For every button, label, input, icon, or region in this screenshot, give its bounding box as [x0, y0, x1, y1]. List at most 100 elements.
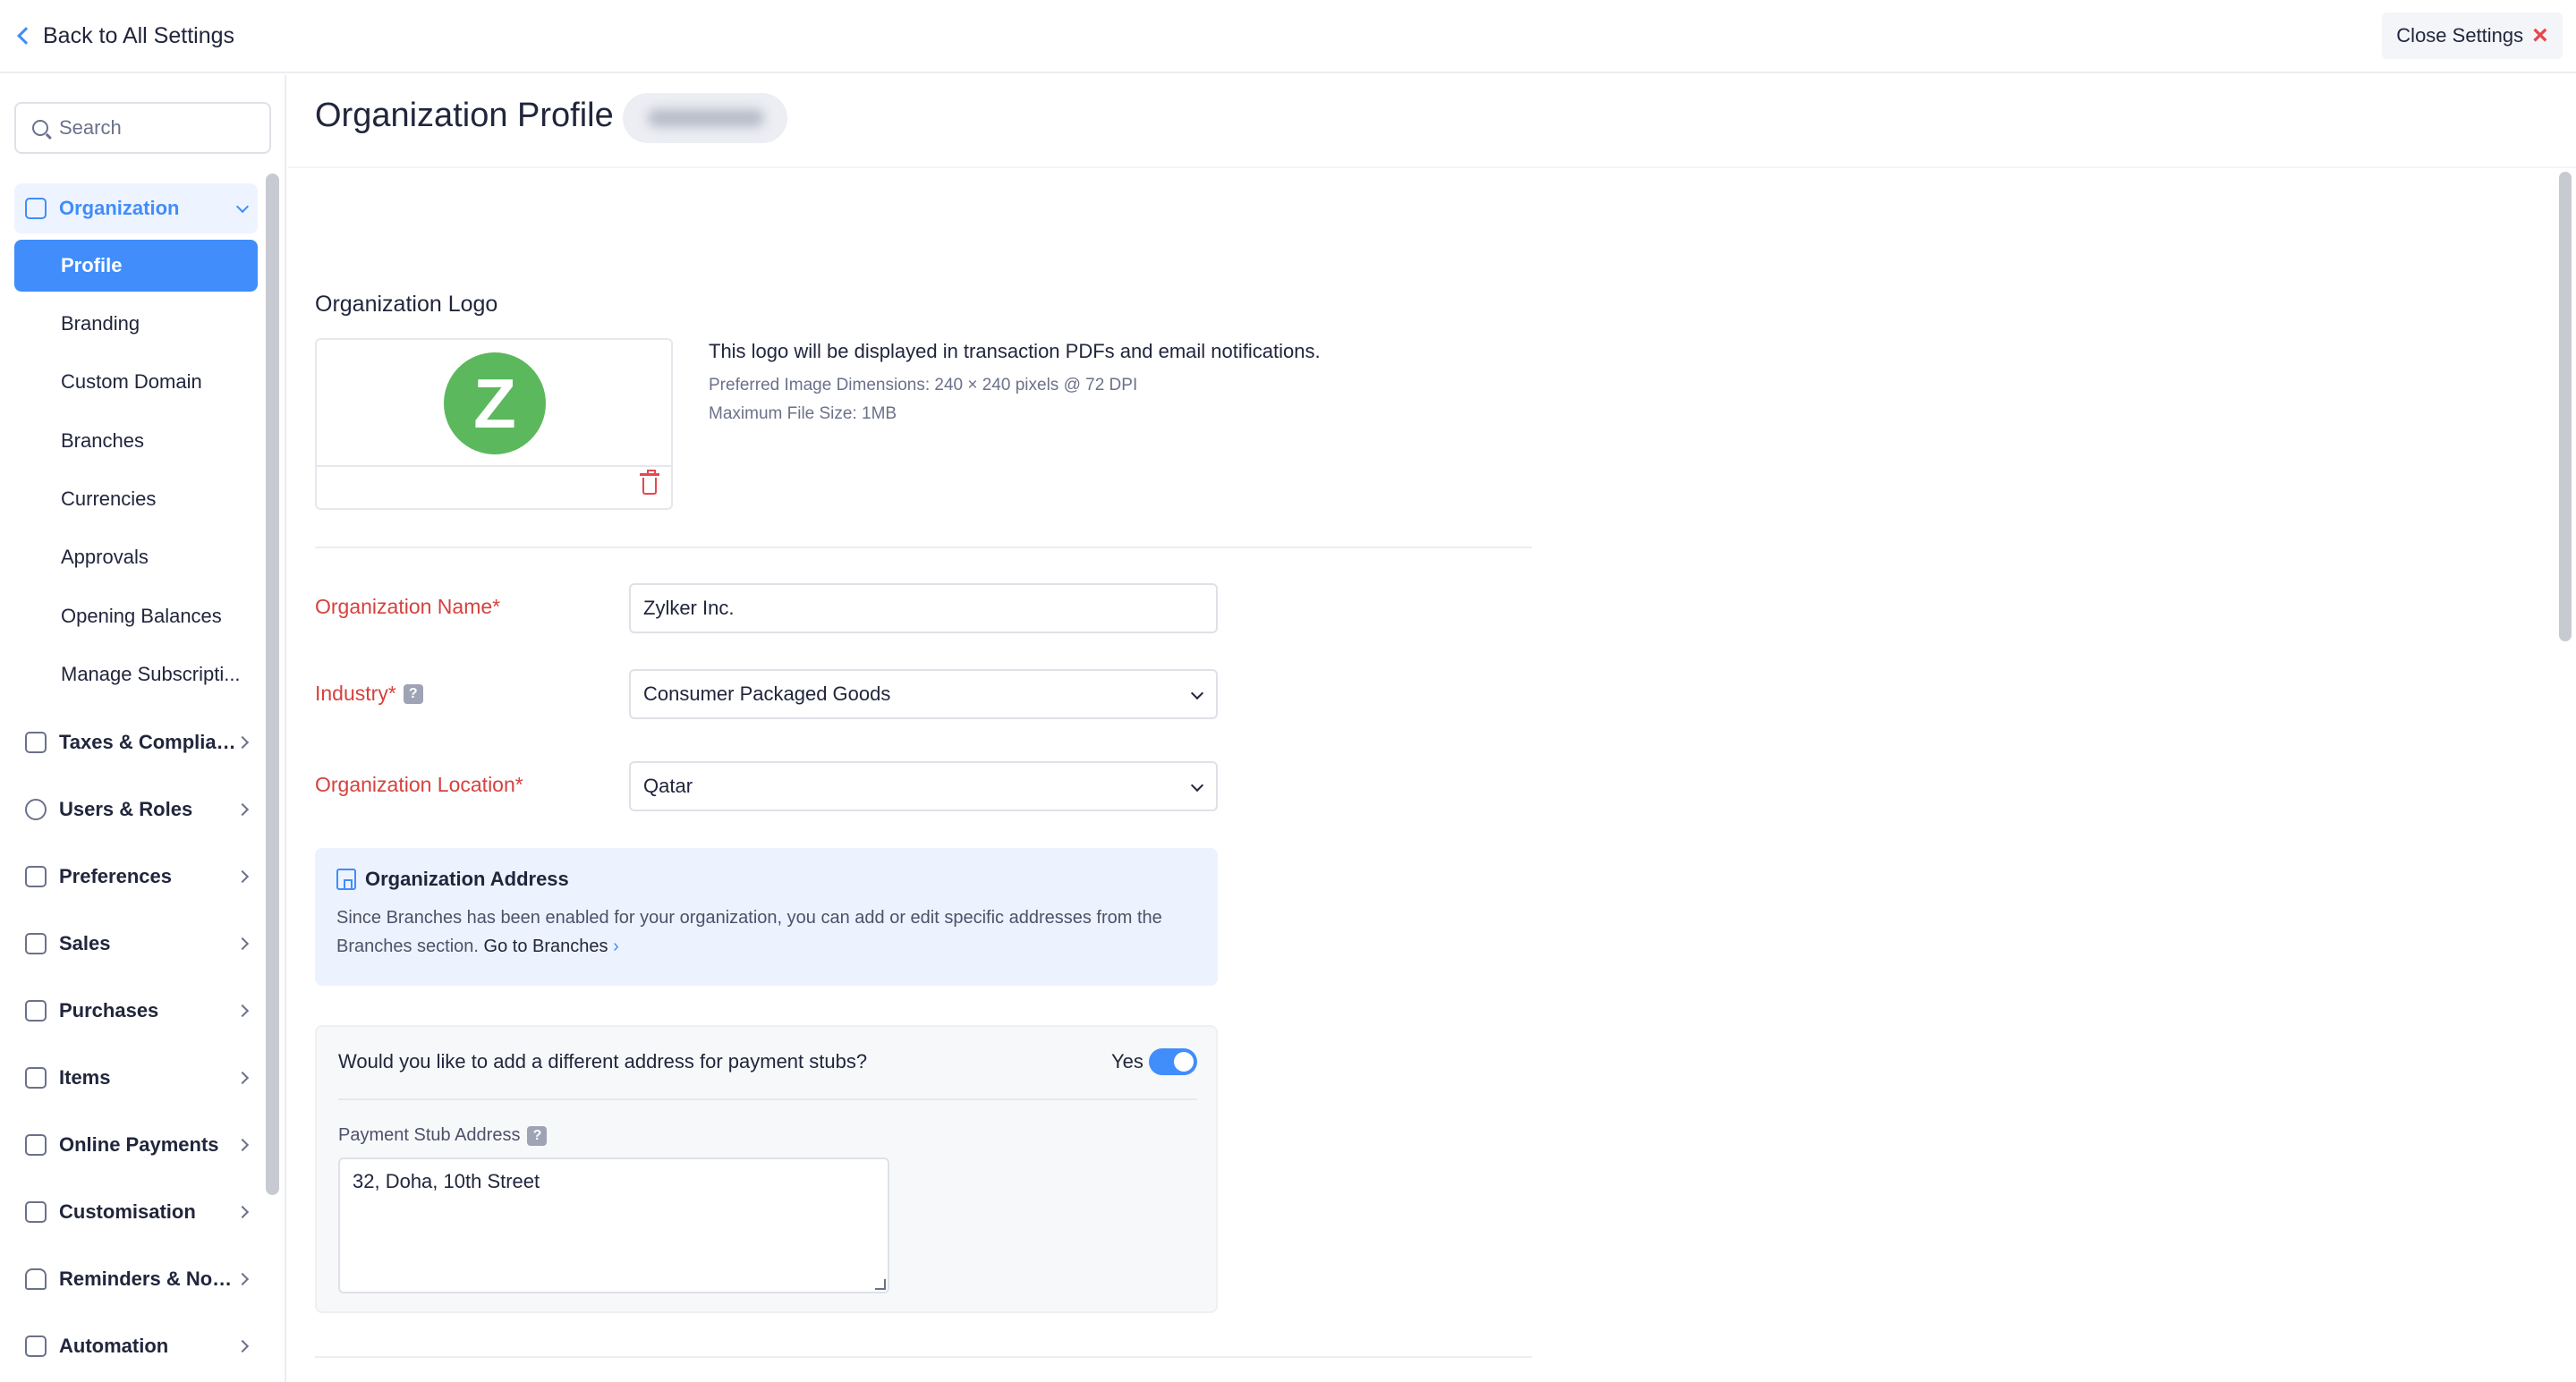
help-icon[interactable]: ?: [527, 1125, 548, 1146]
sidebar-group-preferences[interactable]: Preferences: [14, 852, 258, 902]
chevron-right-icon: [235, 937, 250, 951]
chevron-right-icon: ›: [613, 937, 619, 956]
search-icon: [32, 120, 48, 136]
section-divider: [315, 1356, 1532, 1358]
bell-icon: [25, 1268, 47, 1290]
back-to-settings-link[interactable]: Back to All Settings: [14, 20, 234, 52]
sidebar-item-branches[interactable]: Branches: [14, 415, 258, 467]
sidebar-scrollbar[interactable]: [266, 174, 279, 1195]
address-card-title-text: Organization Address: [365, 868, 569, 890]
brush-icon: [25, 1201, 47, 1223]
sidebar-group-sales[interactable]: Sales: [14, 919, 258, 969]
sidebar-group-users-roles[interactable]: Users & Roles: [14, 784, 258, 835]
search-input[interactable]: [59, 116, 256, 140]
sidebar-group-label: Users & Roles: [59, 798, 193, 820]
main-scrollbar[interactable]: [2559, 172, 2572, 641]
sidebar-group-organization[interactable]: Organization: [14, 183, 258, 233]
org-name-input[interactable]: Zylker Inc.: [629, 583, 1218, 633]
industry-label-text: Industry*: [315, 682, 396, 705]
logo-box-divider: [317, 465, 671, 467]
chevron-right-icon: [235, 1004, 250, 1018]
chevron-left-icon: [17, 27, 35, 45]
cart-icon: [25, 933, 47, 954]
payment-stub-question: Would you like to add a different addres…: [338, 1050, 868, 1073]
sidebar-item-custom-domain[interactable]: Custom Domain: [14, 356, 258, 408]
building-icon: [336, 869, 356, 890]
payment-stub-card: Would you like to add a different addres…: [315, 1025, 1218, 1313]
sidebar-group-label: Sales: [59, 932, 111, 954]
sidebar-group-online-payments[interactable]: Online Payments: [14, 1120, 258, 1170]
sidebar-search[interactable]: [14, 102, 271, 154]
chevron-right-icon: [235, 1339, 250, 1353]
go-to-branches-link[interactable]: Go to Branches ›: [484, 937, 619, 956]
resize-handle-icon[interactable]: [875, 1279, 886, 1290]
go-to-branches-text: Go to Branches: [483, 937, 608, 956]
toggle-label: Yes: [1111, 1050, 1143, 1073]
chevron-right-icon: [235, 735, 250, 750]
industry-value: Consumer Packaged Goods: [643, 683, 891, 705]
bag-icon: [25, 1000, 47, 1022]
location-label-text: Organization Location*: [315, 773, 523, 796]
chevron-right-icon: [235, 1138, 250, 1152]
card-icon: [25, 1134, 47, 1156]
chevron-right-icon: [235, 1205, 250, 1219]
sidebar-group-label: Organization: [59, 197, 180, 219]
address-card-desc: Since Branches has been enabled for your…: [336, 903, 1195, 961]
chevron-down-icon: [1190, 686, 1204, 700]
chevron-right-icon: [235, 1071, 250, 1085]
address-card-desc-text: Since Branches has been enabled for your…: [336, 908, 1162, 956]
payment-stub-toggle[interactable]: [1149, 1048, 1197, 1075]
logo-section-label: Organization Logo: [315, 292, 498, 317]
sidebar-item-profile[interactable]: Profile: [14, 240, 258, 292]
sidebar-item-opening-balances[interactable]: Opening Balances: [14, 590, 258, 642]
organization-logo: Z: [444, 352, 546, 454]
building-icon: [25, 198, 47, 219]
logo-info-size: Maximum File Size: 1MB: [709, 404, 897, 423]
sidebar-group-taxes[interactable]: Taxes & Complian...: [14, 717, 258, 767]
organization-id-badge: [623, 93, 787, 143]
org-name-label-text: Organization Name*: [315, 595, 501, 618]
location-select[interactable]: Qatar: [629, 761, 1218, 811]
sidebar-group-label: Customisation: [59, 1200, 196, 1223]
address-card-title: Organization Address: [336, 868, 1196, 891]
back-label: Back to All Settings: [43, 22, 235, 48]
chevron-right-icon: [235, 869, 250, 884]
sidebar-group-label: Preferences: [59, 865, 172, 887]
payment-stub-address-textarea[interactable]: 32, Doha, 10th Street: [338, 1157, 889, 1293]
location-value: Qatar: [643, 775, 693, 797]
sidebar-group-customisation[interactable]: Customisation: [14, 1187, 258, 1237]
sidebar-group-label: Automation: [59, 1335, 169, 1357]
logo-letter: Z: [473, 363, 516, 443]
payment-stub-address-label-text: Payment Stub Address: [338, 1125, 521, 1145]
location-label: Organization Location*: [315, 773, 523, 797]
sidebar-item-manage-subscription[interactable]: Manage Subscripti...: [14, 649, 258, 700]
close-icon: ×: [2532, 21, 2548, 50]
close-settings-label: Close Settings: [2396, 24, 2524, 47]
delete-logo-icon[interactable]: [640, 470, 659, 495]
payment-stub-address-label: Payment Stub Address ?: [338, 1125, 548, 1146]
sidebar-item-branding[interactable]: Branding: [14, 298, 258, 350]
logo-info: This logo will be displayed in transacti…: [709, 340, 1321, 424]
users-icon: [25, 799, 47, 820]
close-settings-button[interactable]: Close Settings ×: [2382, 13, 2563, 59]
sidebar-group-purchases[interactable]: Purchases: [14, 986, 258, 1036]
sidebar-group-label: Purchases: [59, 999, 159, 1022]
page-title: Organization Profile: [315, 97, 614, 134]
logo-info-dimensions: Preferred Image Dimensions: 240 × 240 pi…: [709, 376, 1138, 394]
sidebar-group-label: Online Payments: [59, 1133, 219, 1156]
help-icon[interactable]: ?: [403, 683, 423, 704]
logo-info-main: This logo will be displayed in transacti…: [709, 340, 1321, 362]
sidebar-group-reminders[interactable]: Reminders & Notifi...: [14, 1254, 258, 1304]
logo-upload-box[interactable]: Z: [315, 338, 673, 510]
sidebar-item-approvals[interactable]: Approvals: [14, 531, 258, 583]
organization-address-card: Organization Address Since Branches has …: [315, 848, 1218, 986]
tax-doc-icon: [25, 732, 47, 753]
industry-label: Industry* ?: [315, 682, 423, 706]
sidebar-item-currencies[interactable]: Currencies: [14, 473, 258, 525]
lightning-icon: [25, 1335, 47, 1357]
org-name-label: Organization Name*: [315, 595, 500, 619]
industry-select[interactable]: Consumer Packaged Goods: [629, 669, 1218, 719]
chevron-right-icon: [235, 1272, 250, 1286]
sidebar-group-automation[interactable]: Automation: [14, 1321, 258, 1371]
sidebar-group-items[interactable]: Items: [14, 1053, 258, 1103]
